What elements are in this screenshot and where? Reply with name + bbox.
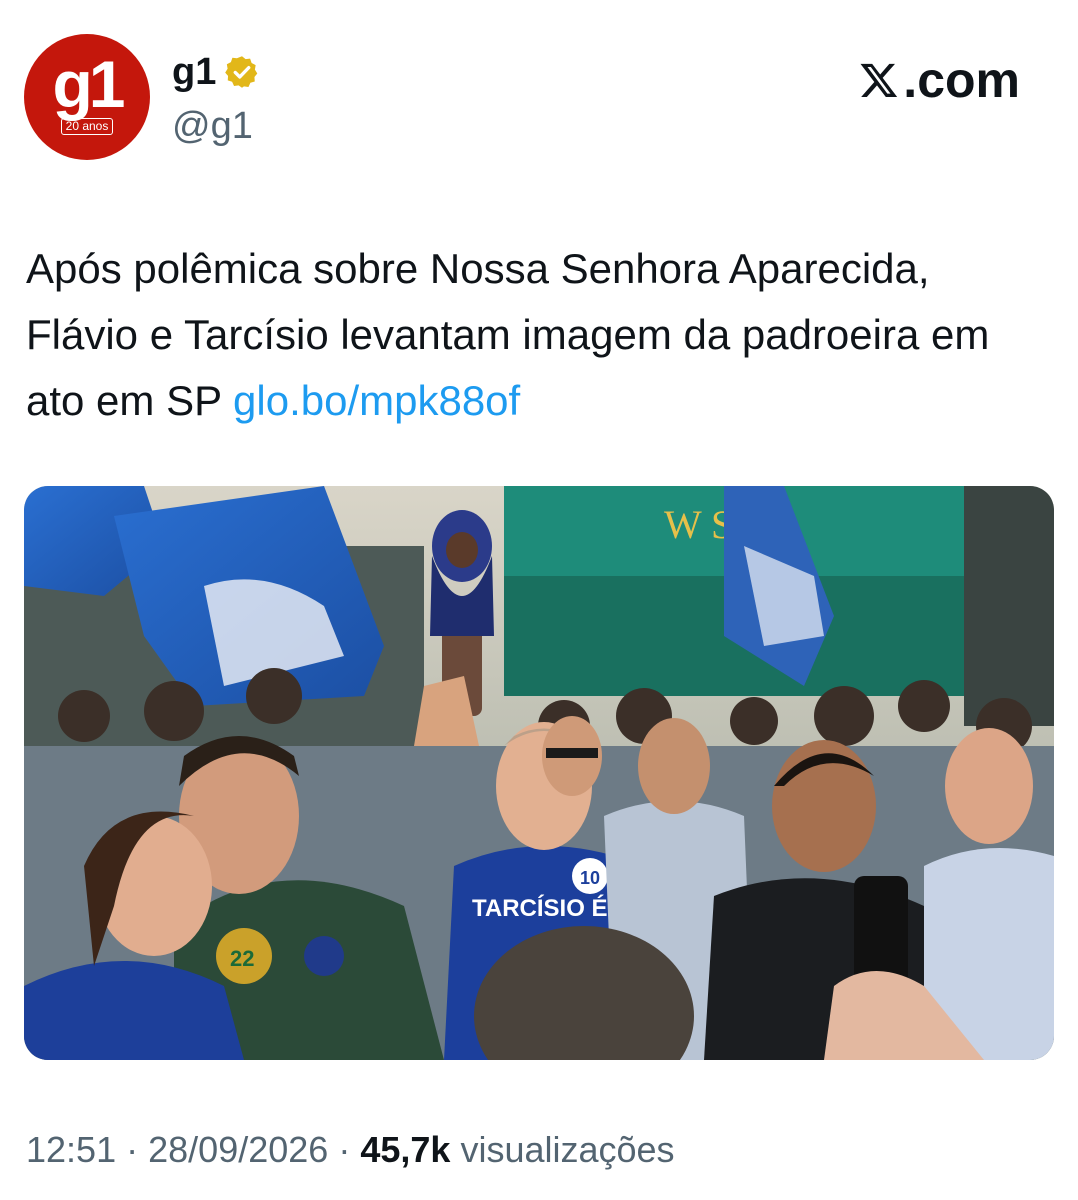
tweet-date[interactable]: 28/09/2026 <box>148 1129 328 1170</box>
tweet-link[interactable]: glo.bo/mpk88of <box>233 377 520 424</box>
verified-badge-icon <box>225 56 258 88</box>
avatar-anniversary-label: 20 anos <box>60 117 114 135</box>
svg-text:22: 22 <box>230 946 254 971</box>
tweet-meta: 12:51 · 28/09/2026 · 45,7k visualizações <box>26 1126 675 1174</box>
brand-label: .com <box>903 52 1020 108</box>
avatar-logo-text: g1 <box>52 46 125 121</box>
rally-photo: W SH 22 TARCÍSIO É 10 <box>24 486 1054 1060</box>
meta-separator: · <box>338 1129 351 1170</box>
x-com-brand: .com <box>859 52 1020 108</box>
views-count: 45,7k <box>360 1129 451 1170</box>
views-label: visualizações <box>460 1129 675 1170</box>
user-handle[interactable]: @g1 <box>172 104 253 148</box>
tweet-card: g1 20 anos g1 @g1 .com Após polêmica sob… <box>0 0 1078 1200</box>
tweet-media-image[interactable]: W SH 22 TARCÍSIO É 10 <box>24 486 1054 1060</box>
author-name-row: g1 <box>172 50 260 94</box>
meta-separator: · <box>126 1129 139 1170</box>
x-logo-icon <box>860 63 898 97</box>
shirt-text: TARCÍSIO É <box>472 894 608 922</box>
tweet-text: Após polêmica sobre Nossa Senhora Aparec… <box>26 236 1036 434</box>
display-name[interactable]: g1 <box>172 50 216 94</box>
avatar[interactable]: g1 20 anos <box>24 34 150 160</box>
svg-text:10: 10 <box>580 868 600 888</box>
tweet-time[interactable]: 12:51 <box>26 1129 116 1170</box>
